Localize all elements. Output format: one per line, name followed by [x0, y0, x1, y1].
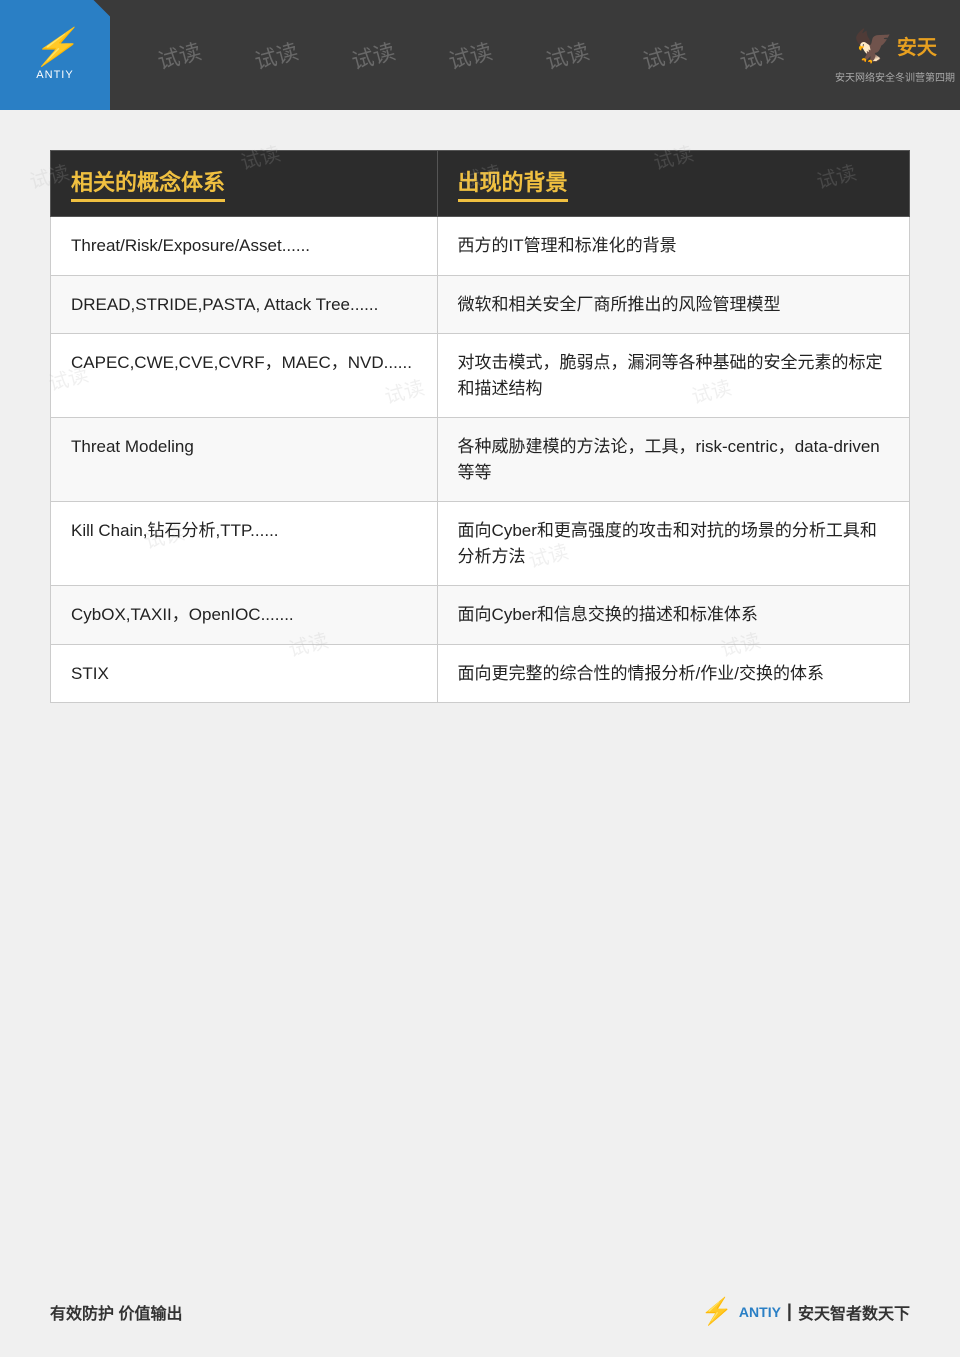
logo-icon: ⚡	[33, 29, 78, 65]
logo-box: ⚡ ANTIY	[0, 0, 110, 110]
footer-antiy: ANTIY	[739, 1304, 781, 1320]
right-logo-subtitle: 安天网络安全冬训营第四期	[835, 69, 955, 84]
footer: 有效防护 价值输出 ⚡ ANTIY | 安天智者数天下	[0, 1296, 960, 1327]
table-row-right-1: 微软和相关安全厂商所推出的风险管理模型	[437, 275, 909, 334]
header-left-text: 相关的概念体系	[71, 165, 225, 202]
footer-logo-text: 安天智者数天下	[798, 1300, 910, 1324]
watermark-6: 试读	[639, 34, 690, 76]
table-row-right-4: 面向Cyber和更高强度的攻击和对抗的场景的分析工具和分析方法	[437, 502, 909, 586]
watermark-3: 试读	[347, 34, 398, 76]
concept-table: 相关的概念体系 出现的背景 Threat/Risk/Exposure/Asset…	[50, 150, 910, 703]
table-row-right-6: 面向更完整的综合性的情报分析/作业/交换的体系	[437, 644, 909, 703]
table-row-right-0: 西方的IT管理和标准化的背景	[437, 217, 909, 276]
table-row-4: Kill Chain,钻石分析,TTP......面向Cyber和更高强度的攻击…	[51, 502, 910, 586]
table-row-5: CybOX,TAXII，OpenIOC.......面向Cyber和信息交换的描…	[51, 586, 910, 645]
table-row-0: Threat/Risk/Exposure/Asset......西方的IT管理和…	[51, 217, 910, 276]
footer-logo-icon: ⚡	[701, 1296, 733, 1327]
footer-logo: ⚡ ANTIY | 安天智者数天下	[701, 1296, 910, 1327]
table-row-left-0: Threat/Risk/Exposure/Asset......	[51, 217, 438, 276]
footer-tagline: 有效防护 价值输出	[50, 1300, 182, 1324]
footer-right-sub: 智者数天下	[830, 1306, 910, 1323]
table-row-left-3: Threat Modeling	[51, 418, 438, 502]
table-header-right: 出现的背景	[437, 151, 909, 217]
watermark-2: 试读	[250, 34, 301, 76]
table-row-2: CAPEC,CWE,CVE,CVRF，MAEC，NVD......对攻击模式，脆…	[51, 334, 910, 418]
table-row-right-5: 面向Cyber和信息交换的描述和标准体系	[437, 586, 909, 645]
watermark-5: 试读	[542, 34, 593, 76]
table-header-left: 相关的概念体系	[51, 151, 438, 217]
table-row-6: STIX面向更完整的综合性的情报分析/作业/交换的体系	[51, 644, 910, 703]
table-row-left-4: Kill Chain,钻石分析,TTP......	[51, 502, 438, 586]
table-row-left-1: DREAD,STRIDE,PASTA, Attack Tree......	[51, 275, 438, 334]
header-logo-right: 🦅 安天 安天网络安全冬训营第四期	[830, 0, 960, 110]
footer-right: ⚡ ANTIY | 安天智者数天下	[701, 1296, 910, 1327]
header-right-text: 出现的背景	[458, 165, 568, 202]
table-row-1: DREAD,STRIDE,PASTA, Attack Tree......微软和…	[51, 275, 910, 334]
main-content: 试读 试读 试读 试读 试读 试读 试读 试读 试读 试读 试读 试读 相关的概…	[0, 110, 960, 743]
watermark-4: 试读	[445, 34, 496, 76]
watermark-7: 试读	[736, 34, 787, 76]
right-logo-icon: 🦅	[853, 27, 893, 65]
table-row-left-6: STIX	[51, 644, 438, 703]
footer-logo-main: |	[787, 1301, 792, 1322]
table-row-right-3: 各种威胁建模的方法论，工具，risk-centric，data-driven等等	[437, 418, 909, 502]
table-row-right-2: 对攻击模式，脆弱点，漏洞等各种基础的安全元素的标定和描述结构	[437, 334, 909, 418]
table-row-left-2: CAPEC,CWE,CVE,CVRF，MAEC，NVD......	[51, 334, 438, 418]
watermark-1: 试读	[153, 34, 204, 76]
logo-text: ANTIY	[36, 69, 73, 81]
table-row-3: Threat Modeling各种威胁建模的方法论，工具，risk-centri…	[51, 418, 910, 502]
table-row-left-5: CybOX,TAXII，OpenIOC.......	[51, 586, 438, 645]
header: ⚡ ANTIY 试读 试读 试读 试读 试读 试读 试读 🦅 安天 安天网络安全…	[0, 0, 960, 110]
watermark-container: 试读 试读 试读 试读 试读 试读 试读	[110, 0, 830, 110]
footer-right-main: 安天	[798, 1306, 830, 1323]
right-logo-brand: 安天	[897, 31, 937, 60]
